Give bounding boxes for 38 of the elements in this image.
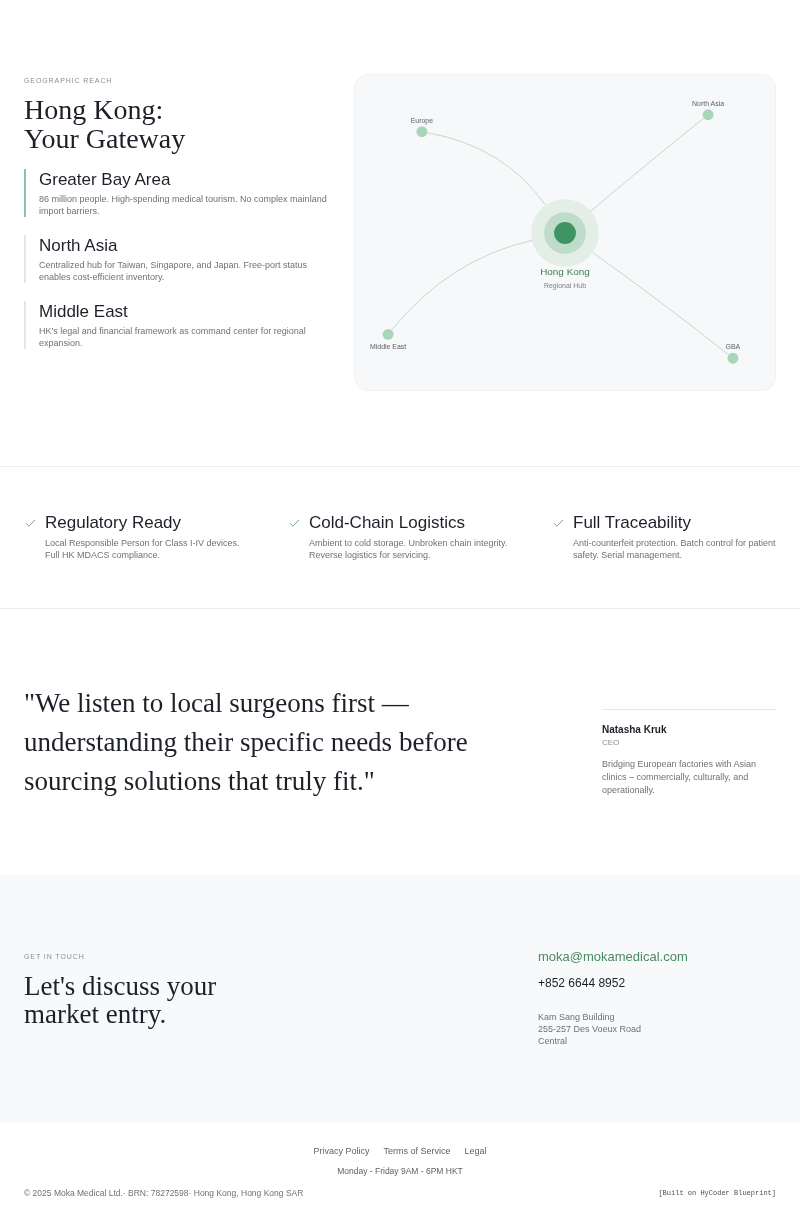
region-description: 86 million people. High-spending medical tourism. No complex mainland import barriers.	[39, 193, 328, 217]
check-icon	[24, 517, 37, 530]
region-item[interactable]: Middle East HK's legal and financial framework as command center for regional expansion.	[24, 301, 330, 349]
feature-description: Ambient to cold storage. Unbroken chain integrity. Reverse logistics for servicing.	[309, 537, 509, 561]
author-role: CEO	[602, 737, 621, 749]
author-name: Natasha Kruk	[602, 723, 668, 736]
region-title: Middle East	[39, 301, 129, 323]
section-heading: Hong Kong: Your Gateway	[24, 95, 187, 153]
feature-title: Cold-Chain Logistics	[309, 512, 466, 534]
phone-link[interactable]: +852 6644 8952	[538, 975, 626, 991]
business-hours: Monday - Friday 9AM - 6PM HKT	[337, 1165, 463, 1177]
region-description: HK's legal and financial framework as command center for regional expansion.	[39, 325, 307, 349]
region-node	[382, 328, 394, 340]
quote-text: "We listen to local surgeons first — understanding their specific needs before sourcing solutions that truly fit."	[24, 687, 469, 798]
feature-title: Full Traceability	[573, 512, 693, 534]
author-bio: Bridging European factories with Asian clinics – commercially, culturally, and operationally.	[602, 758, 758, 797]
hub-node	[531, 199, 599, 267]
email-link[interactable]: moka@mokamedical.com	[538, 949, 688, 965]
hub-label: Hong Kong	[540, 265, 590, 277]
region-node	[727, 352, 739, 364]
region-node	[702, 109, 714, 121]
feature-description: Local Responsible Person for Class I-IV devices. Full HK MDACS compliance.	[45, 537, 241, 561]
region-item[interactable]: North Asia Centralized hub for Taiwan, Singapore, and Japan. Free-port status enables cost-efficient inventory.	[24, 235, 330, 283]
check-icon	[288, 517, 301, 530]
footer-link[interactable]: Legal	[464, 1145, 487, 1157]
footer-link[interactable]: Terms of Service	[383, 1145, 451, 1157]
region-title: Greater Bay Area	[39, 169, 172, 191]
check-icon	[552, 517, 565, 530]
footer-link[interactable]: Privacy Policy	[313, 1145, 370, 1157]
region-item[interactable]: Greater Bay Area 86 million people. High-spending medical tourism. No complex mainland import barriers.	[24, 169, 330, 217]
contact-heading: Let's discuss your market entry.	[24, 972, 218, 1028]
feature-description: Anti-counterfeit protection. Batch control for patient safety. Serial management.	[573, 537, 776, 561]
feature-title: Regulatory Ready	[45, 512, 183, 534]
region-description: Centralized hub for Taiwan, Singapore, and Japan. Free-port status enables cost-efficient inventory.	[39, 259, 308, 283]
region-title: North Asia	[39, 235, 119, 257]
region-node	[416, 126, 428, 138]
copyright-text: © 2025 Moka Medical Ltd.· BRN: 78272598· Hong Kong, Hong Kong SAR	[24, 1187, 304, 1199]
address-text: Kam Sang Building 255-257 Des Voeux Road Central	[538, 1011, 642, 1047]
